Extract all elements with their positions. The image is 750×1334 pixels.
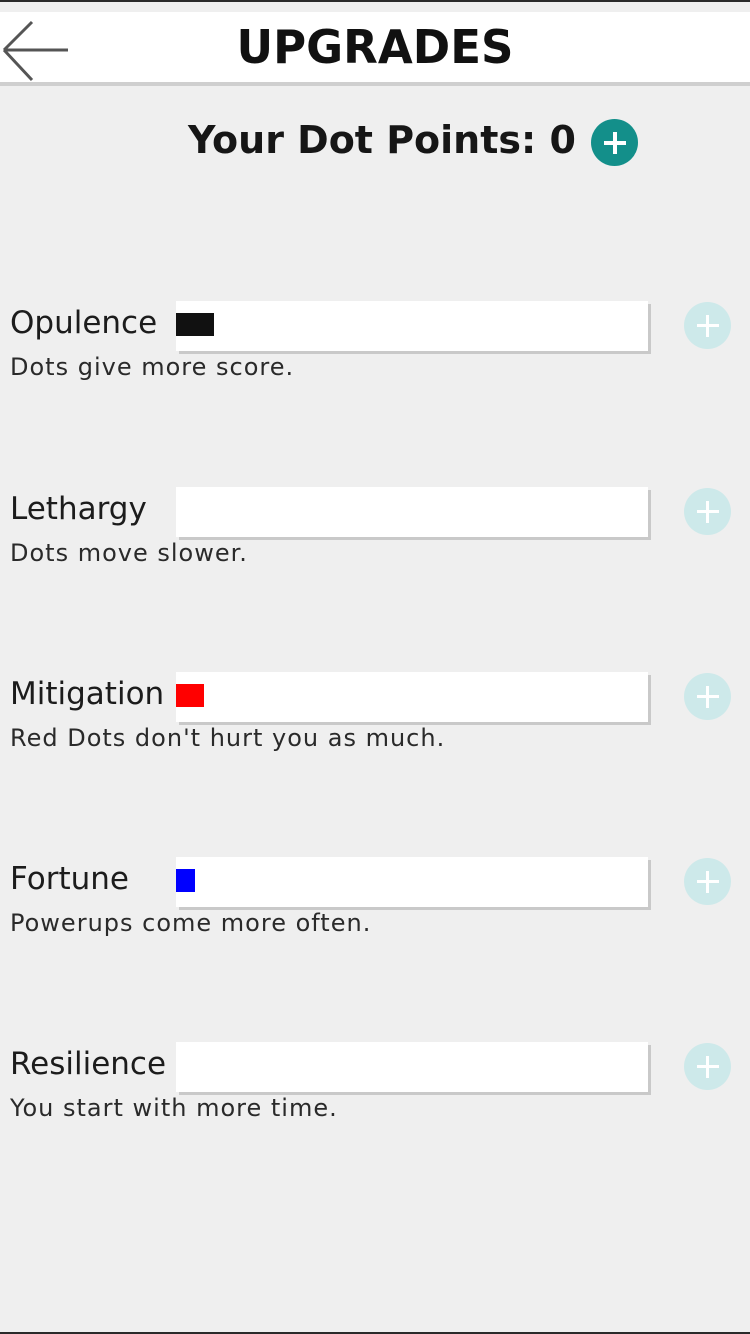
- upgrade-description: Red Dots don't hurt you as much.: [10, 724, 446, 752]
- upgrade-description: Dots move slower.: [10, 539, 248, 567]
- upgrade-row-opulence: Opulence Dots give more score.: [0, 301, 750, 401]
- page-title: UPGRADES: [236, 20, 514, 74]
- upgrade-row-mitigation: Mitigation Red Dots don't hurt you as muc…: [0, 672, 750, 772]
- upgrade-progress-bar: [176, 857, 648, 907]
- upgrade-progress-bar: [176, 1042, 648, 1092]
- upgrade-row-lethargy: Lethargy Dots move slower.: [0, 487, 750, 587]
- status-bar-edge: [0, 0, 750, 12]
- upgrade-name: Lethargy: [10, 491, 147, 527]
- upgrade-progress-fill: [176, 313, 214, 336]
- upgrade-add-button[interactable]: [684, 1043, 731, 1090]
- upgrade-progress-bar: [176, 672, 648, 722]
- upgrade-add-button[interactable]: [684, 302, 731, 349]
- upgrade-name: Fortune: [10, 861, 129, 897]
- upgrade-add-button[interactable]: [684, 858, 731, 905]
- upgrade-progress-fill: [176, 684, 204, 707]
- dot-points-row: Your Dot Points: 0: [0, 112, 750, 172]
- upgrade-name: Resilience: [10, 1046, 167, 1082]
- upgrade-progress-fill: [176, 869, 195, 892]
- add-points-button[interactable]: [591, 119, 638, 166]
- upgrade-description: You start with more time.: [10, 1094, 338, 1122]
- dot-points-label: Your Dot Points: 0: [188, 118, 576, 162]
- upgrade-add-button[interactable]: [684, 673, 731, 720]
- upgrade-row-resilience: Resilience You start with more time.: [0, 1042, 750, 1142]
- upgrade-name: Mitigation: [10, 676, 165, 712]
- upgrade-description: Dots give more score.: [10, 353, 295, 381]
- upgrade-row-fortune: Fortune Powerups come more often.: [0, 857, 750, 957]
- upgrade-progress-bar: [176, 301, 648, 351]
- upgrade-progress-bar: [176, 487, 648, 537]
- upgrade-add-button[interactable]: [684, 488, 731, 535]
- upgrade-name: Opulence: [10, 305, 158, 341]
- upgrade-description: Powerups come more often.: [10, 909, 372, 937]
